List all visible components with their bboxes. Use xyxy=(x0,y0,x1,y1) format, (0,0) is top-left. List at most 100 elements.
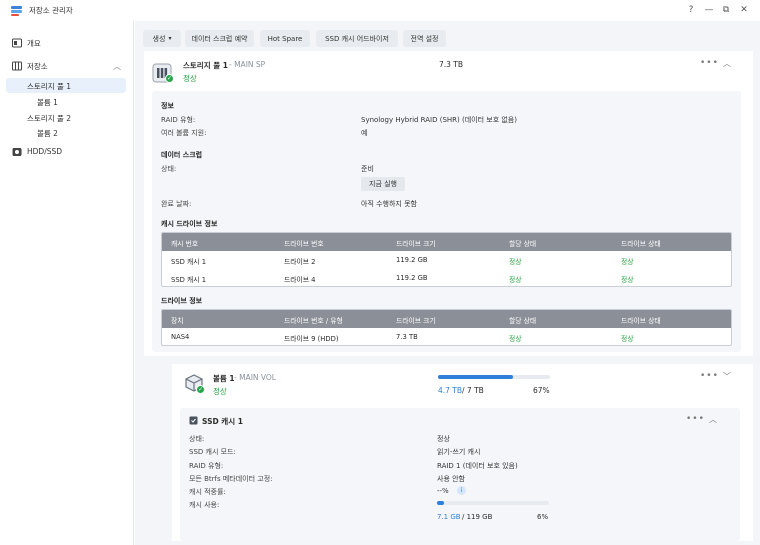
pool-subname: - MAIN SP xyxy=(229,60,266,69)
table-cell: NAS4 xyxy=(171,333,190,341)
raid-type-label: RAID 유형: xyxy=(161,116,196,124)
cache-table-title: 캐시 드라이브 정보 xyxy=(161,220,218,228)
column-header[interactable]: 드라이브 번호 / 유형 xyxy=(284,315,343,325)
drive-info-table: 장치 드라이브 번호 / 유형 드라이브 크기 할당 상태 드라이브 상태 NA… xyxy=(161,309,732,346)
close-icon[interactable]: ✕ xyxy=(737,3,751,17)
storage-pool-card: ✓ 스토리지 풀 1 - MAIN SP 정상 7.3 TB ••• ︿ 정보 … xyxy=(144,51,753,356)
chevron-down-icon[interactable]: ﹀ xyxy=(723,371,731,382)
table-cell: 119.2 GB xyxy=(396,274,428,282)
column-header[interactable]: 드라이브 상태 xyxy=(621,315,661,325)
chevron-up-icon[interactable]: ︿ xyxy=(709,414,717,425)
ssd-cache-advisor-button[interactable]: SSD 캐시 어드바이저 xyxy=(316,30,398,47)
multi-volume-value: 예 xyxy=(361,129,368,137)
main-content: 생성 ▾ 데이터 스크럽 예약 Hot Spare SSD 캐시 어드바이저 전… xyxy=(135,21,760,545)
sidebar-item-label: 볼륨 1 xyxy=(37,98,58,107)
volume-card: ✓ 볼륨 1 - MAIN VOL 정상 4.7 TB / 7 TB 67% •… xyxy=(172,364,753,541)
more-options-icon[interactable]: ••• xyxy=(700,371,719,381)
column-header[interactable]: 드라이브 번호 xyxy=(284,238,324,248)
sidebar-item-pool-2[interactable]: 스토리지 풀 2 xyxy=(6,110,126,125)
column-header[interactable]: 장치 xyxy=(171,315,184,325)
table-cell: 드라이브 9 (HDD) xyxy=(284,335,339,343)
minimize-icon[interactable]: — xyxy=(702,3,716,17)
table-cell: 정상 xyxy=(509,276,522,284)
table-row[interactable]: NAS4 드라이브 9 (HDD) 7.3 TB 정상 정상 xyxy=(162,328,731,345)
sidebar-item-label: 볼륨 2 xyxy=(37,129,58,138)
window-title: 저장소 관리자 xyxy=(29,6,73,15)
volume-percent: 67% xyxy=(533,386,550,395)
cache-row-value: 정상 xyxy=(437,435,450,443)
volume-usage-fill xyxy=(438,375,514,379)
table-cell: 드라이브 2 xyxy=(284,258,316,266)
sidebar: 개요 저장소 ︿ 스토리지 풀 1 볼륨 1 스토리지 풀 2 볼륨 2 HDD… xyxy=(0,21,134,545)
sidebar-item-label: 개요 xyxy=(27,39,41,48)
table-row[interactable]: SSD 캐시 1 드라이브 4 119.2 GB 정상 정상 xyxy=(162,269,731,286)
storage-manager-app-icon xyxy=(11,6,22,16)
column-header[interactable]: 캐시 번호 xyxy=(171,238,198,248)
cache-row-label: SSD 캐시 모드: xyxy=(189,448,236,456)
column-header[interactable]: 할당 상태 xyxy=(509,315,536,325)
volume-name: 볼륨 1 xyxy=(213,374,235,383)
more-options-icon[interactable]: ••• xyxy=(686,414,705,424)
cache-row-value: RAID 1 (데이터 보호 있음) xyxy=(437,462,518,470)
table-header: 캐시 번호 드라이브 번호 드라이브 크기 할당 상태 드라이브 상태 xyxy=(162,233,731,251)
volume-usage-bar xyxy=(438,375,550,379)
table-cell: 정상 xyxy=(621,258,634,266)
global-settings-button[interactable]: 전역 설정 xyxy=(403,30,446,47)
create-button-label: 생성 xyxy=(152,34,166,43)
column-header[interactable]: 드라이브 크기 xyxy=(396,315,436,325)
create-button[interactable]: 생성 ▾ xyxy=(143,30,181,47)
chevron-up-icon[interactable]: ︿ xyxy=(723,58,731,69)
info-icon[interactable]: i xyxy=(457,486,466,495)
scrub-section-title: 데이터 스크럽 xyxy=(161,151,203,159)
table-cell: 7.3 TB xyxy=(396,333,418,341)
column-header[interactable]: 드라이브 크기 xyxy=(396,238,436,248)
cache-usage-used: 7.1 GB xyxy=(437,513,461,521)
cache-usage-total: / 119 GB xyxy=(462,513,493,521)
drive-table-title: 드라이브 정보 xyxy=(161,297,203,305)
cache-row-label: 상태: xyxy=(189,435,205,443)
volume-subname: - MAIN VOL xyxy=(234,373,276,382)
cache-row-label: 모든 Btrfs 메타데이터 고정: xyxy=(189,475,273,483)
chevron-up-icon[interactable]: ︿ xyxy=(113,61,121,72)
help-icon[interactable]: ? xyxy=(684,3,698,17)
storage-icon xyxy=(12,61,22,71)
sidebar-item-label: 스토리지 풀 1 xyxy=(27,82,72,91)
more-options-icon[interactable]: ••• xyxy=(700,58,719,68)
table-cell: 정상 xyxy=(621,276,634,284)
table-cell: 정상 xyxy=(509,335,522,343)
sidebar-item-volume-1[interactable]: 볼륨 1 xyxy=(6,94,126,109)
sidebar-item-hdd-ssd[interactable]: HDD/SSD xyxy=(0,144,134,160)
run-now-button[interactable]: 지금 실행 xyxy=(361,177,405,191)
hot-spare-button[interactable]: Hot Spare xyxy=(260,30,310,47)
scrub-schedule-button[interactable]: 데이터 스크럽 예약 xyxy=(185,30,254,47)
column-header[interactable]: 할당 상태 xyxy=(509,238,536,248)
sidebar-item-storage[interactable]: 저장소 ︿ xyxy=(0,58,134,74)
sidebar-item-overview[interactable]: 개요 xyxy=(0,35,134,51)
volume-status: 정상 xyxy=(213,387,227,396)
pool-name: 스토리지 풀 1 xyxy=(183,61,228,70)
restore-icon[interactable]: ⧉ xyxy=(719,3,733,17)
sidebar-item-volume-2[interactable]: 볼륨 2 xyxy=(6,125,126,140)
title-bar: 저장소 관리자 ? — ⧉ ✕ xyxy=(0,0,760,21)
cache-row-label: RAID 유형: xyxy=(189,462,224,470)
raid-type-value: Synology Hybrid RAID (SHR) (데이터 보호 없음) xyxy=(361,116,517,124)
table-row[interactable]: SSD 캐시 1 드라이브 2 119.2 GB 정상 정상 xyxy=(162,251,731,269)
sidebar-item-label: HDD/SSD xyxy=(27,147,63,156)
hdd-icon xyxy=(12,148,22,156)
pool-detail-panel: 정보 RAID 유형: Synology Hybrid RAID (SHR) (… xyxy=(152,91,741,352)
check-icon: ✓ xyxy=(165,74,174,83)
cache-usage-bar xyxy=(437,501,549,505)
table-cell: 정상 xyxy=(509,258,522,266)
cache-usage-fill xyxy=(437,501,444,505)
table-header: 장치 드라이브 번호 / 유형 드라이브 크기 할당 상태 드라이브 상태 xyxy=(162,310,731,328)
overview-icon xyxy=(12,38,22,48)
table-cell: SSD 캐시 1 xyxy=(171,258,207,266)
table-cell: 정상 xyxy=(621,335,634,343)
table-cell: 119.2 GB xyxy=(396,256,428,264)
sidebar-item-pool-1[interactable]: 스토리지 풀 1 xyxy=(6,78,126,93)
pool-status: 정상 xyxy=(183,74,197,83)
cache-usage-percent: 6% xyxy=(537,513,549,521)
ssd-cache-icon xyxy=(189,416,198,425)
column-header[interactable]: 드라이브 상태 xyxy=(621,238,661,248)
table-cell: 드라이브 4 xyxy=(284,276,316,284)
